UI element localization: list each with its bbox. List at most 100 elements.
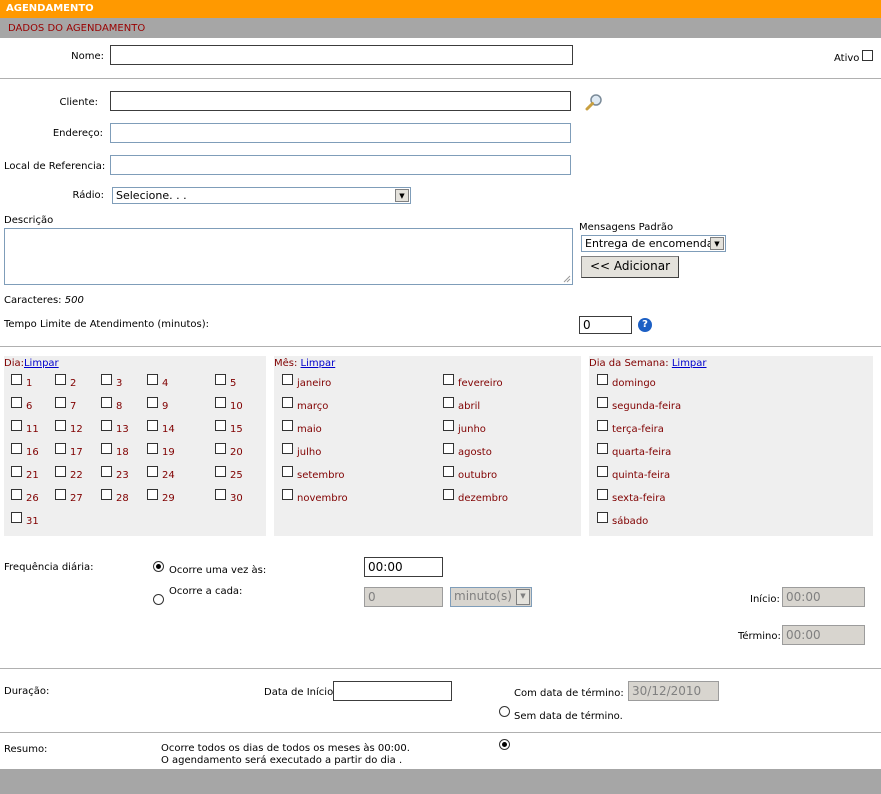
dia-24-item[interactable]: 24 [147,466,175,481]
dia-6-item[interactable]: 6 [11,397,32,412]
dia-2-item[interactable]: 2 [55,374,76,389]
mes-julho-checkbox[interactable] [282,443,293,454]
mes-junho-checkbox[interactable] [443,420,454,431]
dia-27-item[interactable]: 27 [55,489,83,504]
mes-março-item[interactable]: março [282,397,328,412]
dia-4-checkbox[interactable] [147,374,158,385]
dia-18-checkbox[interactable] [101,443,112,454]
sem-data-termino-radio[interactable] [499,739,510,750]
mes-outubro-item[interactable]: outubro [443,466,497,481]
dia-28-checkbox[interactable] [101,489,112,500]
cliente-input[interactable] [110,91,571,111]
mes-maio-checkbox[interactable] [282,420,293,431]
dia-30-item[interactable]: 30 [215,489,243,504]
semana-quinta-feira-checkbox[interactable] [597,466,608,477]
mes-novembro-item[interactable]: novembro [282,489,348,504]
semana-quarta-feira-item[interactable]: quarta-feira [597,443,671,458]
mes-limpar-link[interactable]: Limpar [301,358,336,369]
dia-12-checkbox[interactable] [55,420,66,431]
semana-domingo-item[interactable]: domingo [597,374,656,389]
dia-8-checkbox[interactable] [101,397,112,408]
dia-21-checkbox[interactable] [11,466,22,477]
dia-26-checkbox[interactable] [11,489,22,500]
dia-20-item[interactable]: 20 [215,443,243,458]
dia-29-checkbox[interactable] [147,489,158,500]
semana-domingo-checkbox[interactable] [597,374,608,385]
mes-setembro-checkbox[interactable] [282,466,293,477]
dia-15-item[interactable]: 15 [215,420,243,435]
adicionar-button[interactable]: << Adicionar [581,256,679,278]
com-data-termino-radio[interactable] [499,706,510,717]
semana-segunda-feira-item[interactable]: segunda-feira [597,397,681,412]
mes-agosto-checkbox[interactable] [443,443,454,454]
ocorre-a-cada-radio[interactable] [153,594,164,605]
dia-24-checkbox[interactable] [147,466,158,477]
dia-11-checkbox[interactable] [11,420,22,431]
dia-22-checkbox[interactable] [55,466,66,477]
dia-limpar-link[interactable]: Limpar [24,358,59,369]
ocorre-uma-vez-input[interactable]: 00:00 [364,557,443,577]
mes-junho-item[interactable]: junho [443,420,486,435]
mes-setembro-item[interactable]: setembro [282,466,345,481]
semana-segunda-feira-checkbox[interactable] [597,397,608,408]
dia-23-checkbox[interactable] [101,466,112,477]
dia-17-checkbox[interactable] [55,443,66,454]
dia-7-checkbox[interactable] [55,397,66,408]
mes-abril-checkbox[interactable] [443,397,454,408]
dia-7-item[interactable]: 7 [55,397,76,412]
mes-abril-item[interactable]: abril [443,397,480,412]
dia-4-item[interactable]: 4 [147,374,168,389]
dia-5-item[interactable]: 5 [215,374,236,389]
mes-dezembro-item[interactable]: dezembro [443,489,508,504]
dia-9-item[interactable]: 9 [147,397,168,412]
dia-8-item[interactable]: 8 [101,397,122,412]
dia-29-item[interactable]: 29 [147,489,175,504]
mes-agosto-item[interactable]: agosto [443,443,492,458]
dia-31-checkbox[interactable] [11,512,22,523]
endereco-input[interactable] [110,123,571,143]
dia-26-item[interactable]: 26 [11,489,39,504]
semana-quarta-feira-checkbox[interactable] [597,443,608,454]
search-icon[interactable] [585,93,603,111]
dia-6-checkbox[interactable] [11,397,22,408]
dia-28-item[interactable]: 28 [101,489,129,504]
dia-13-checkbox[interactable] [101,420,112,431]
mes-janeiro-checkbox[interactable] [282,374,293,385]
local-referencia-input[interactable] [110,155,571,175]
semana-terça-feira-item[interactable]: terça-feira [597,420,664,435]
dia-31-item[interactable]: 31 [11,512,39,527]
dia-17-item[interactable]: 17 [55,443,83,458]
com-data-termino-input[interactable]: 30/12/2010 [628,681,719,701]
inicio-input[interactable]: 00:00 [782,587,865,607]
radio-select[interactable]: Selecione. . . ▼ [112,187,411,204]
mes-dezembro-checkbox[interactable] [443,489,454,500]
mes-janeiro-item[interactable]: janeiro [282,374,331,389]
dia-30-checkbox[interactable] [215,489,226,500]
dia-1-checkbox[interactable] [11,374,22,385]
data-inicio-input[interactable] [333,681,452,701]
mes-outubro-checkbox[interactable] [443,466,454,477]
semana-quinta-feira-item[interactable]: quinta-feira [597,466,670,481]
dia-12-item[interactable]: 12 [55,420,83,435]
dia-16-item[interactable]: 16 [11,443,39,458]
tempo-limite-input[interactable]: 0 [579,316,632,334]
mes-novembro-checkbox[interactable] [282,489,293,500]
mes-julho-item[interactable]: julho [282,443,321,458]
dia-23-item[interactable]: 23 [101,466,129,481]
semana-sexta-feira-checkbox[interactable] [597,489,608,500]
ocorre-a-cada-input[interactable]: 0 [364,587,443,607]
dia-18-item[interactable]: 18 [101,443,129,458]
dia-25-item[interactable]: 25 [215,466,243,481]
mes-fevereiro-checkbox[interactable] [443,374,454,385]
dia-27-checkbox[interactable] [55,489,66,500]
mes-fevereiro-item[interactable]: fevereiro [443,374,503,389]
mes-maio-item[interactable]: maio [282,420,322,435]
semana-sábado-item[interactable]: sábado [597,512,648,527]
dia-1-item[interactable]: 1 [11,374,32,389]
termino-input[interactable]: 00:00 [782,625,865,645]
dia-19-item[interactable]: 19 [147,443,175,458]
unidade-select[interactable]: minuto(s) ▼ [450,587,532,607]
mensagens-padrao-select[interactable]: Entrega de encomenda ▼ [581,235,726,252]
dia-10-checkbox[interactable] [215,397,226,408]
dia-5-checkbox[interactable] [215,374,226,385]
